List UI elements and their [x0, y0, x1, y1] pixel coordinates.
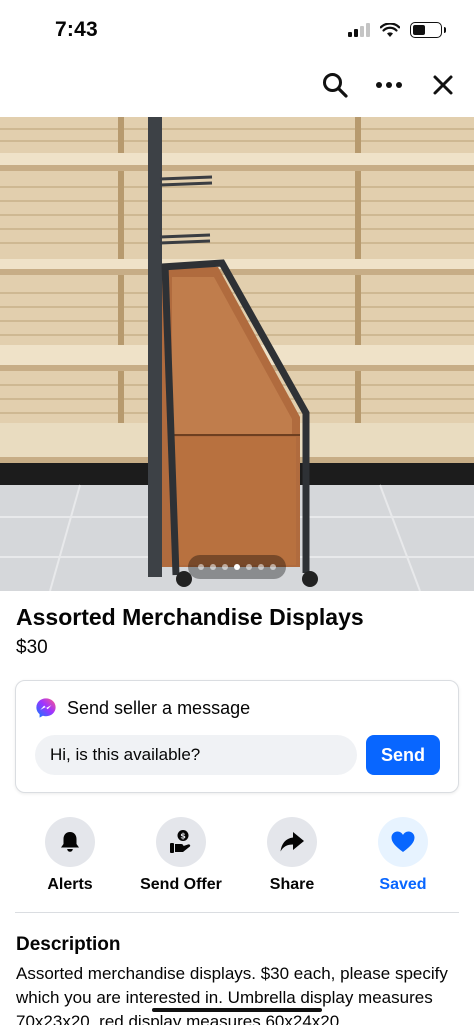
description-heading: Description — [16, 934, 121, 955]
more-icon — [376, 82, 402, 88]
send-offer-button[interactable]: $ Send Offer — [126, 817, 236, 894]
close-button[interactable] — [426, 68, 460, 102]
share-icon-wrap — [267, 817, 317, 867]
status-icons — [348, 22, 446, 38]
listing-price: $30 — [16, 637, 48, 658]
svg-text:$: $ — [180, 832, 186, 841]
listing-title: Assorted Merchandise Displays — [16, 604, 364, 630]
top-action-bar — [318, 66, 460, 104]
share-button[interactable]: Share — [237, 817, 347, 894]
search-button[interactable] — [318, 68, 352, 102]
saved-icon-wrap — [378, 817, 428, 867]
photo-pager[interactable] — [188, 555, 286, 579]
alerts-icon-wrap — [45, 817, 95, 867]
send-offer-label: Send Offer — [140, 876, 222, 893]
saved-label: Saved — [379, 876, 427, 893]
send-offer-icon-wrap: $ — [156, 817, 206, 867]
search-icon — [323, 73, 348, 98]
cellular-signal-icon — [348, 23, 370, 37]
message-seller-card: Send seller a message Hi, is this availa… — [15, 680, 459, 793]
wifi-icon — [380, 22, 400, 37]
share-label: Share — [269, 876, 315, 893]
saved-button[interactable]: Saved — [348, 817, 458, 894]
description-text: Assorted merchandise displays. $30 each,… — [16, 964, 448, 1025]
listing-photo-image — [0, 117, 474, 591]
section-divider — [15, 912, 459, 913]
status-time: 7:43 — [55, 18, 98, 41]
offer-icon: $ — [170, 830, 191, 853]
messenger-icon — [36, 698, 56, 718]
battery-icon — [410, 22, 446, 38]
alerts-label: Alerts — [47, 876, 93, 893]
status-bar: 7:43 — [0, 0, 474, 60]
close-icon — [433, 75, 453, 95]
alerts-button[interactable]: Alerts — [15, 817, 125, 894]
heart-icon — [391, 831, 415, 852]
scroll-indicator — [152, 1008, 322, 1012]
message-header: Send seller a message — [35, 697, 250, 719]
message-input[interactable]: Hi, is this available? — [35, 735, 357, 775]
more-options-button[interactable] — [372, 68, 406, 102]
message-header-label: Send seller a message — [67, 697, 251, 718]
share-icon — [280, 832, 304, 852]
bell-icon — [61, 832, 79, 852]
listing-actions: Alerts $ Send Offer Share Saved — [0, 817, 474, 897]
send-button[interactable]: Send — [366, 735, 440, 775]
listing-photo[interactable] — [0, 117, 474, 591]
